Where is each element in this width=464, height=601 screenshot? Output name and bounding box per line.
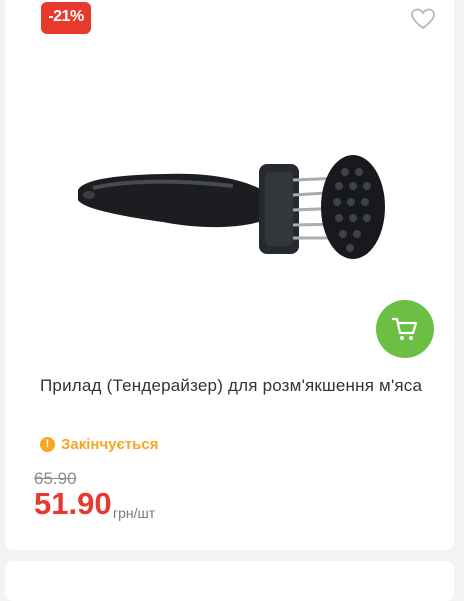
- stock-status-text: Закінчується: [61, 435, 159, 453]
- heart-icon[interactable]: [410, 8, 436, 30]
- add-to-cart-button[interactable]: [376, 300, 434, 358]
- discount-badge: -21%: [41, 2, 91, 34]
- price-unit: грн/шт: [113, 505, 156, 521]
- current-price: 51.90: [34, 486, 112, 521]
- product-title[interactable]: Прилад (Тендерайзер) для розм'якшення м'…: [40, 372, 435, 399]
- product-image[interactable]: [73, 150, 403, 265]
- stock-status: ! Закінчується: [40, 434, 158, 454]
- cart-icon: [391, 317, 418, 340]
- exclamation-icon: !: [40, 436, 55, 452]
- product-card[interactable]: -21% Прилад (Тендерайзер) для розм'якшен…: [5, 0, 454, 550]
- next-product-card[interactable]: [5, 561, 454, 601]
